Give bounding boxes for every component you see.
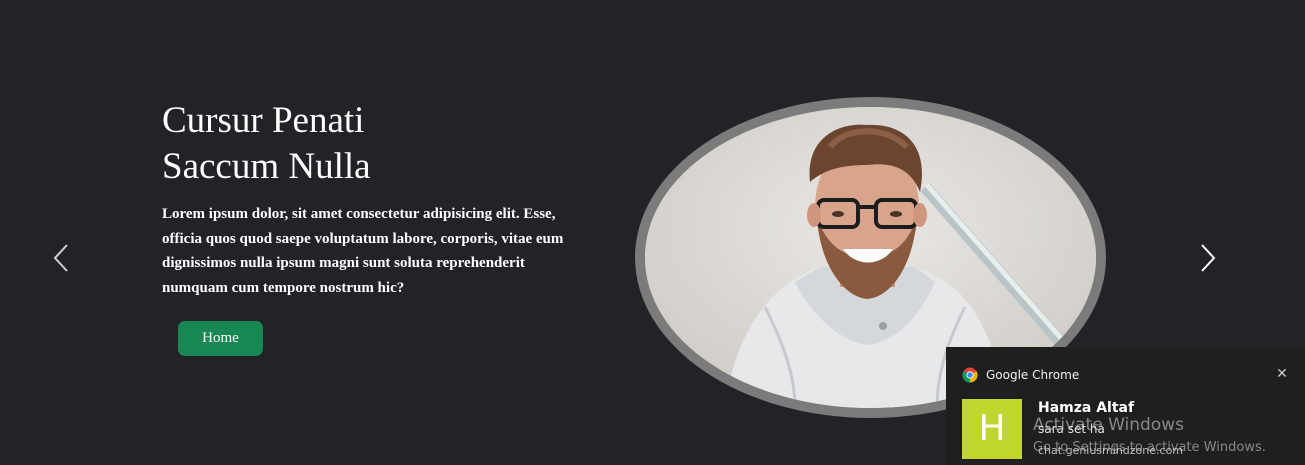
notification-site: chat.geniusmindzone.com — [1038, 444, 1184, 457]
close-icon[interactable]: ✕ — [1273, 365, 1291, 383]
carousel-prev-button[interactable] — [46, 238, 76, 278]
chevron-left-icon — [53, 244, 68, 272]
carousel-next-button[interactable] — [1193, 238, 1223, 278]
chrome-notification[interactable]: Google Chrome ✕ H Hamza Altaf sara set h… — [946, 347, 1305, 465]
hero-description: Lorem ipsum dolor, sit amet consectetur … — [162, 206, 564, 296]
notification-sender: Hamza Altaf — [1038, 400, 1135, 416]
notification-header: Google Chrome — [962, 367, 1079, 383]
hero-title: Cursur Penati Saccum Nulla — [162, 98, 371, 190]
notification-app-name: Google Chrome — [986, 368, 1080, 382]
notification-message: sara set ha — [1038, 422, 1105, 436]
sender-avatar: H — [962, 399, 1022, 459]
chrome-icon — [962, 367, 978, 383]
chevron-right-icon — [1201, 244, 1216, 272]
hero-title-line-2: Saccum Nulla — [162, 146, 371, 187]
hero-slider: Cursur Penati Saccum Nulla Lorem ipsum d… — [0, 0, 1305, 465]
home-button[interactable]: Home — [178, 321, 263, 356]
hero-title-line-1: Cursur Penati — [162, 100, 365, 141]
